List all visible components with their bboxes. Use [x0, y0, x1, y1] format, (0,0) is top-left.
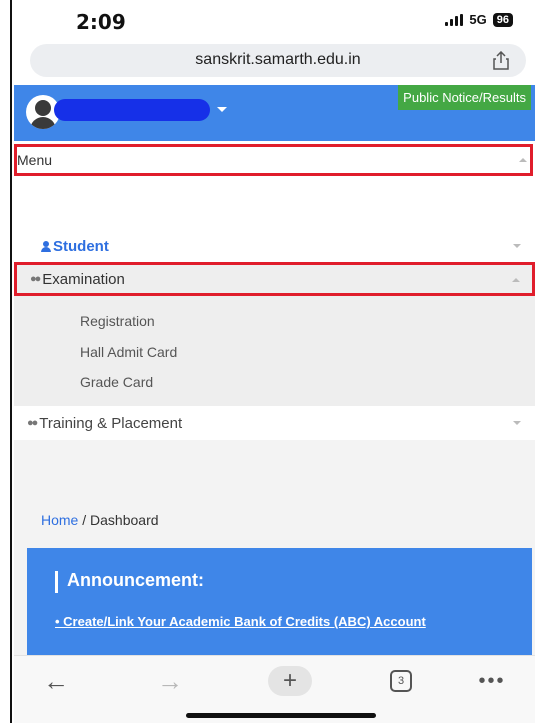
announcement-title: Announcement:: [67, 570, 204, 590]
breadcrumb-home-link[interactable]: Home: [41, 512, 78, 528]
network-label: 5G: [469, 12, 487, 27]
chevron-up-icon: [512, 278, 520, 282]
submenu-item-registration[interactable]: Registration: [80, 313, 155, 329]
more-options-icon[interactable]: •••: [474, 666, 510, 696]
tab-count-button[interactable]: 3: [390, 670, 412, 692]
status-time: 2:09: [76, 10, 126, 34]
submenu-item-grade-card[interactable]: Grade Card: [80, 374, 153, 390]
announcement-card: Announcement: • Create/Link Your Academi…: [27, 548, 532, 658]
sidebar-item-label: Examination: [42, 270, 125, 288]
menu-toggle[interactable]: Menu: [14, 144, 533, 176]
home-indicator[interactable]: [186, 713, 376, 718]
signal-icon: [445, 13, 464, 26]
sidebar-item-training-placement[interactable]: ●● Training & Placement: [14, 406, 535, 440]
battery-icon: 96: [492, 12, 513, 27]
forward-arrow-icon[interactable]: →: [152, 666, 188, 696]
submenu-item-hall-admit-card[interactable]: Hall Admit Card: [80, 344, 177, 360]
group-icon: ●●: [27, 417, 38, 429]
sidebar-item-label: Training & Placement: [39, 414, 183, 432]
status-bar: 2:09 5G 96: [14, 0, 535, 40]
person-icon: [40, 240, 52, 252]
chevron-down-icon[interactable]: [217, 107, 227, 112]
group-icon: ●●: [30, 273, 41, 285]
redacted-user-name[interactable]: [54, 99, 210, 121]
status-indicators: 5G 96: [445, 12, 513, 27]
address-bar[interactable]: sanskrit.samarth.edu.in: [30, 44, 526, 77]
share-icon[interactable]: [492, 51, 510, 70]
chevron-up-icon: [519, 158, 527, 162]
back-arrow-icon[interactable]: ←: [38, 666, 74, 696]
announcement-link[interactable]: • Create/Link Your Academic Bank of Cred…: [55, 609, 525, 634]
announcement-accent-bar: [55, 571, 58, 593]
breadcrumb: Home / Dashboard: [41, 512, 159, 528]
sidebar-item-label: Student: [53, 237, 109, 255]
url-text: sanskrit.samarth.edu.in: [195, 51, 361, 68]
chevron-down-icon: [513, 421, 521, 425]
breadcrumb-current: Dashboard: [90, 512, 159, 528]
left-edge-border: [0, 0, 12, 723]
new-tab-plus-icon[interactable]: +: [268, 666, 312, 696]
menu-spacer: [14, 176, 535, 230]
chevron-down-icon: [513, 244, 521, 248]
breadcrumb-separator: /: [78, 512, 91, 528]
app-header: Public Notice/Results: [14, 85, 535, 141]
sidebar-item-student[interactable]: Student: [14, 232, 535, 260]
examination-submenu: Registration Hall Admit Card Grade Card: [14, 296, 535, 406]
public-notice-button[interactable]: Public Notice/Results: [398, 85, 531, 110]
sidebar-item-examination[interactable]: ●● Examination: [14, 262, 535, 296]
menu-title: Menu: [17, 152, 53, 168]
phone-screen: 2:09 5G 96 sanskrit.samarth.edu.in Publi…: [14, 0, 535, 723]
